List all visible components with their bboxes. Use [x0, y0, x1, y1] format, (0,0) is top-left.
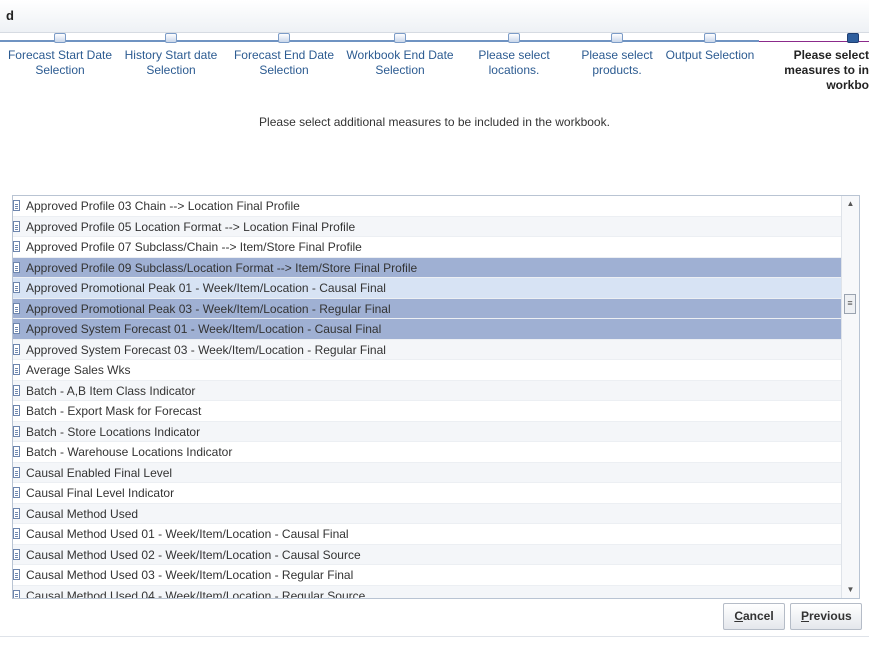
list-item[interactable]: Causal Method Used 03 - Week/Item/Locati… [13, 565, 841, 586]
document-icon [13, 548, 20, 560]
step-label: Workbook End Date Selection [346, 48, 454, 77]
measures-listbox[interactable]: Approved Profile 03 Chain --> Location F… [12, 195, 860, 599]
list-item-label: Approved Profile 03 Chain --> Location F… [26, 199, 300, 213]
step-measures-current: Please select measures to in workbo [759, 33, 869, 93]
step-node-icon [278, 33, 290, 43]
document-icon [13, 589, 20, 598]
list-item[interactable]: Batch - Store Locations Indicator [13, 421, 841, 442]
step-node-icon [394, 33, 406, 43]
document-icon [13, 569, 20, 580]
list-item[interactable]: Causal Method Used 01 - Week/Item/Locati… [13, 524, 841, 545]
list-item-label: Batch - Store Locations Indicator [26, 424, 201, 439]
list-item[interactable]: Approved Profile 09 Subclass/Location Fo… [13, 257, 841, 278]
footer-divider [0, 636, 869, 637]
list-item-label: Causal Final Level Indicator [26, 486, 175, 500]
list-item-label: Approved Promotional Peak 01 - Week/Item… [26, 281, 386, 295]
previous-button[interactable]: Previous [790, 603, 862, 630]
document-icon [13, 282, 20, 293]
step-label: Please select measures to in workbo [784, 48, 869, 92]
scroll-thumb[interactable]: ≡ [844, 294, 856, 314]
step-node-icon [704, 33, 716, 43]
list-item[interactable]: Average Sales Wks [13, 360, 841, 381]
list-item[interactable]: Batch - A,B Item Class Indicator [13, 380, 841, 401]
step-locations[interactable]: Please select locations. [459, 33, 569, 78]
list-item-label: Causal Method Used 01 - Week/Item/Locati… [26, 527, 349, 541]
document-icon [13, 384, 20, 396]
list-item[interactable]: Causal Final Level Indicator [13, 483, 841, 504]
list-item[interactable]: Causal Enabled Final Level [13, 462, 841, 483]
step-label: Forecast Start Date Selection [7, 48, 113, 77]
step-label: Forecast End Date Selection [233, 48, 335, 77]
wizard-step-train: Forecast Start Date Selection History St… [0, 33, 869, 113]
list-item-label: Batch - Warehouse Locations Indicator [26, 445, 233, 459]
list-item-label: Approved Profile 09 Subclass/Location Fo… [26, 260, 418, 275]
list-item-label: Approved System Forecast 03 - Week/Item/… [26, 342, 386, 357]
document-icon [13, 466, 20, 478]
document-icon [13, 446, 20, 457]
document-icon [13, 487, 20, 498]
step-label: History Start date Selection [124, 48, 218, 77]
list-item-label: Causal Method Used 03 - Week/Item/Locati… [26, 568, 354, 582]
list-item[interactable]: Approved Profile 05 Location Format --> … [13, 216, 841, 237]
step-node-icon [54, 33, 66, 43]
list-item[interactable]: Batch - Warehouse Locations Indicator [13, 442, 841, 463]
instruction-text: Please select additional measures to be … [259, 115, 610, 129]
list-item[interactable]: Approved Promotional Peak 01 - Week/Item… [13, 278, 841, 299]
list-item[interactable]: Approved Profile 03 Chain --> Location F… [13, 196, 841, 217]
previous-label: revious [809, 609, 852, 623]
step-label: Output Selection [665, 48, 755, 62]
step-forecast-end[interactable]: Forecast End Date Selection [229, 33, 339, 78]
step-forecast-start[interactable]: Forecast Start Date Selection [5, 33, 115, 78]
list-item-label: Approved Profile 07 Subclass/Chain --> I… [26, 240, 362, 254]
list-item-label: Batch - Export Mask for Forecast [26, 404, 202, 418]
list-item-label: Approved Promotional Peak 03 - Week/Item… [26, 301, 391, 316]
list-item[interactable]: Approved Promotional Peak 03 - Week/Item… [13, 298, 841, 319]
document-icon [13, 302, 20, 314]
document-icon [13, 200, 20, 211]
list-item-label: Causal Enabled Final Level [26, 465, 173, 480]
document-icon [13, 261, 20, 273]
step-label: Please select locations. [478, 48, 550, 77]
list-item-label: Approved Profile 05 Location Format --> … [26, 219, 356, 234]
cancel-button[interactable]: Cancel [723, 603, 785, 630]
list-item[interactable]: Causal Method Used 04 - Week/Item/Locati… [13, 585, 841, 599]
step-workbook-end[interactable]: Workbook End Date Selection [345, 33, 455, 78]
list-item[interactable]: Approved Profile 07 Subclass/Chain --> I… [13, 237, 841, 258]
step-node-icon [508, 33, 520, 43]
window-title: d [6, 8, 14, 23]
step-node-icon [611, 33, 623, 43]
scroll-down-arrow-icon[interactable]: ▼ [842, 582, 859, 598]
list-item-label: Causal Method Used 02 - Week/Item/Locati… [26, 547, 361, 562]
document-icon [13, 323, 20, 334]
document-icon [13, 364, 20, 375]
vertical-scrollbar[interactable]: ▲ ≡ ▼ [841, 196, 859, 598]
step-node-icon [165, 33, 177, 43]
document-icon [13, 343, 20, 355]
list-item-label: Batch - A,B Item Class Indicator [26, 383, 196, 398]
document-icon [13, 425, 20, 437]
step-node-current-icon [847, 33, 859, 43]
previous-mnemonic: P [801, 609, 810, 623]
cancel-label: ancel [742, 609, 774, 623]
document-icon [13, 405, 20, 416]
document-icon [13, 220, 20, 232]
title-bar: d [0, 0, 869, 33]
list-item[interactable]: Causal Method Used 02 - Week/Item/Locati… [13, 544, 841, 565]
list-item[interactable]: Batch - Export Mask for Forecast [13, 401, 841, 422]
measures-list: Approved Profile 03 Chain --> Location F… [13, 196, 841, 599]
cancel-mnemonic: C [734, 609, 743, 623]
document-icon [13, 507, 20, 519]
list-item[interactable]: Approved System Forecast 03 - Week/Item/… [13, 339, 841, 360]
list-item-label: Causal Method Used [26, 506, 139, 521]
scroll-up-arrow-icon[interactable]: ▲ [842, 196, 859, 212]
step-output-selection[interactable]: Output Selection [655, 33, 765, 63]
list-item[interactable]: Causal Method Used [13, 503, 841, 524]
document-icon [13, 528, 20, 539]
list-item-label: Average Sales Wks [26, 363, 131, 377]
list-item-label: Approved System Forecast 01 - Week/Item/… [26, 322, 382, 336]
document-icon [13, 241, 20, 252]
step-history-start[interactable]: History Start date Selection [116, 33, 226, 78]
list-item-label: Causal Method Used 04 - Week/Item/Locati… [26, 588, 366, 599]
list-item[interactable]: Approved System Forecast 01 - Week/Item/… [13, 319, 841, 340]
